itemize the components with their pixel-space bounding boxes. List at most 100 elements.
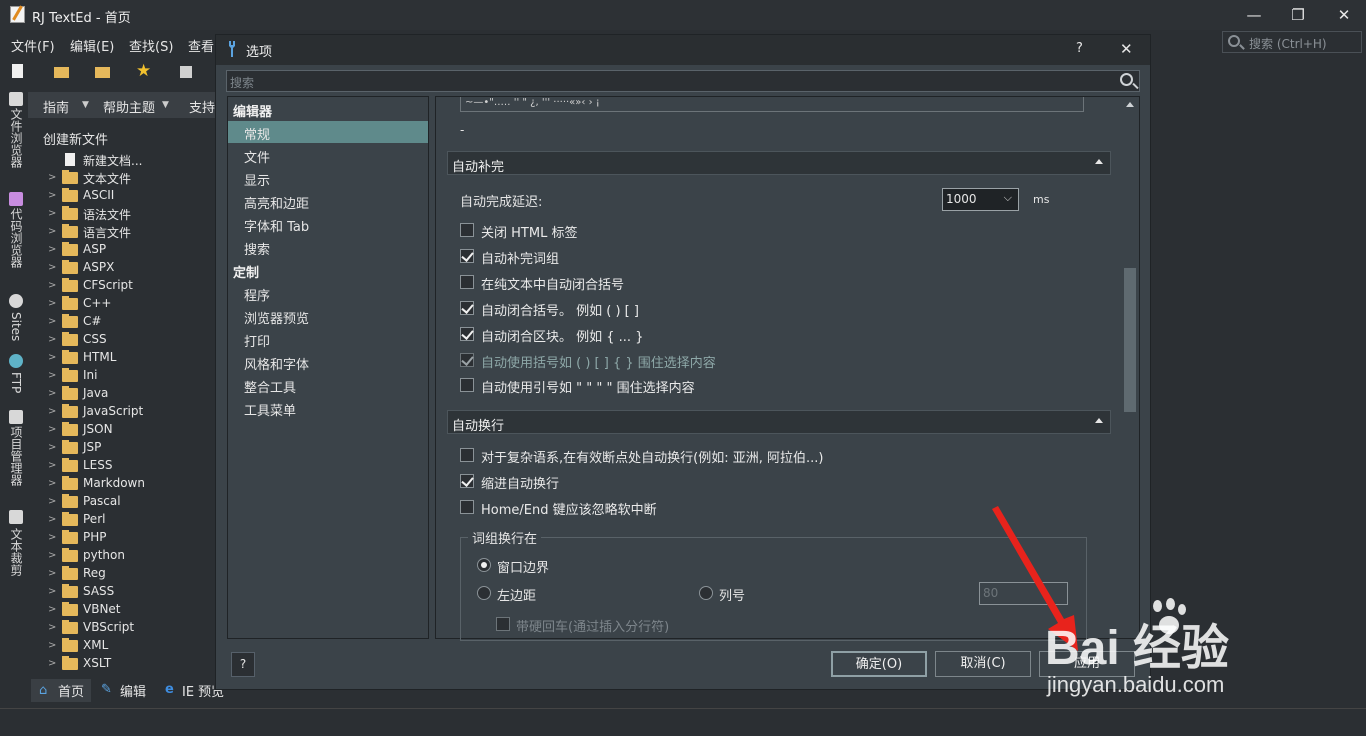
chevron-right-icon[interactable]: > bbox=[48, 262, 56, 273]
hard-return-checkbox[interactable] bbox=[496, 617, 510, 631]
tab-code-browser[interactable]: 代码浏览器 bbox=[7, 208, 25, 268]
menu-search[interactable]: 查找(S) bbox=[129, 36, 173, 55]
chevron-right-icon[interactable]: > bbox=[48, 478, 56, 489]
chevron-right-icon[interactable]: > bbox=[48, 190, 56, 201]
restore-button[interactable]: ❐ bbox=[1286, 4, 1310, 26]
nav-item-font-tab[interactable]: 字体和 Tab bbox=[244, 216, 309, 235]
collapse-arrow-icon[interactable] bbox=[1095, 418, 1103, 423]
chevron-right-icon[interactable]: > bbox=[48, 370, 56, 381]
chevron-right-icon[interactable]: > bbox=[48, 442, 56, 453]
tab-edit[interactable]: 编辑 bbox=[120, 681, 146, 700]
nav-item-tools-menu[interactable]: 工具菜单 bbox=[244, 400, 296, 419]
close-button[interactable]: ✕ bbox=[1332, 4, 1356, 26]
autocomplete-option-label: 自动补完词组 bbox=[481, 252, 560, 267]
menu-file[interactable]: 文件(F) bbox=[11, 36, 55, 55]
section-wordwrap[interactable]: 自动换行 bbox=[447, 410, 1111, 434]
nav-item-general[interactable]: 常规 bbox=[244, 124, 270, 143]
chevron-right-icon[interactable]: > bbox=[48, 208, 56, 219]
wordwrap-option-checkbox[interactable] bbox=[460, 448, 474, 462]
nav-category-editor[interactable]: 编辑器 bbox=[233, 101, 272, 120]
chevron-right-icon[interactable]: > bbox=[48, 244, 56, 255]
tab-home[interactable]: 首页 bbox=[58, 681, 84, 700]
new-file-icon[interactable] bbox=[12, 64, 23, 78]
nav-item-display[interactable]: 显示 bbox=[244, 170, 270, 189]
chevron-right-icon[interactable]: > bbox=[48, 226, 56, 237]
favorites-folder-icon[interactable] bbox=[95, 67, 110, 78]
chevron-down-icon[interactable]: ▼ bbox=[162, 100, 169, 110]
chevron-right-icon[interactable]: > bbox=[48, 388, 56, 399]
nav-item-files[interactable]: 文件 bbox=[244, 147, 270, 166]
chevron-right-icon[interactable]: > bbox=[48, 424, 56, 435]
tree-item-label: CSS bbox=[83, 332, 107, 346]
wordwrap-option-checkbox[interactable] bbox=[460, 500, 474, 514]
nav-item-programs[interactable]: 程序 bbox=[244, 285, 270, 304]
section-title: 自动换行 bbox=[452, 419, 505, 434]
chevron-right-icon[interactable]: > bbox=[48, 658, 56, 669]
chevron-right-icon[interactable]: > bbox=[48, 352, 56, 363]
save-icon[interactable] bbox=[180, 66, 192, 78]
nav-category-custom[interactable]: 定制 bbox=[233, 262, 259, 281]
tab-sites[interactable]: Sites bbox=[7, 312, 25, 341]
autocomplete-option-checkbox[interactable] bbox=[460, 327, 474, 341]
nav-item-highlight-margins[interactable]: 高亮和边距 bbox=[244, 193, 309, 212]
help-button[interactable]: ? bbox=[231, 652, 255, 677]
menu-edit[interactable]: 编辑(E) bbox=[70, 36, 114, 55]
autocomplete-option-checkbox[interactable] bbox=[460, 353, 474, 367]
chevron-right-icon[interactable]: > bbox=[48, 172, 56, 183]
support-menu[interactable]: 支持 bbox=[189, 97, 215, 116]
chevron-right-icon[interactable]: > bbox=[48, 550, 56, 561]
wordwrap-option-checkbox[interactable] bbox=[460, 474, 474, 488]
menu-view[interactable]: 查看 bbox=[188, 36, 214, 55]
collapse-arrow-icon[interactable] bbox=[1095, 159, 1103, 164]
nav-item-integration-tools[interactable]: 整合工具 bbox=[244, 377, 296, 396]
autocomplete-option-checkbox[interactable] bbox=[460, 301, 474, 315]
tab-text-clips[interactable]: 文本裁剪 bbox=[7, 528, 25, 576]
chevron-right-icon[interactable]: > bbox=[48, 514, 56, 525]
chevron-right-icon[interactable]: > bbox=[48, 496, 56, 507]
chevron-right-icon[interactable]: > bbox=[48, 334, 56, 345]
tab-ftp[interactable]: FTP bbox=[7, 372, 25, 393]
chevron-right-icon[interactable]: > bbox=[48, 280, 56, 291]
chevron-right-icon[interactable]: > bbox=[48, 568, 56, 579]
radio-column[interactable] bbox=[699, 586, 713, 600]
chevron-right-icon[interactable]: > bbox=[48, 298, 56, 309]
section-autocomplete[interactable]: 自动补完 bbox=[447, 151, 1111, 175]
autocomplete-option-checkbox[interactable] bbox=[460, 378, 474, 392]
tab-file-browser[interactable]: 文件浏览器 bbox=[7, 108, 25, 168]
chevron-right-icon[interactable]: > bbox=[48, 460, 56, 471]
autocomplete-option-checkbox[interactable] bbox=[460, 223, 474, 237]
guide-menu[interactable]: 指南 bbox=[43, 97, 69, 116]
chars-field[interactable]: ~—•"‥… '' " ¿, ''' ·····«»‹ › ¡ bbox=[460, 97, 1084, 112]
chevron-right-icon[interactable]: > bbox=[48, 532, 56, 543]
scrollbar-thumb[interactable] bbox=[1124, 268, 1136, 412]
scroll-up-arrow-icon[interactable] bbox=[1126, 102, 1134, 107]
ok-button[interactable]: 确定(O) bbox=[831, 651, 927, 677]
chevron-right-icon[interactable]: > bbox=[48, 640, 56, 651]
chevron-down-icon[interactable]: ▼ bbox=[82, 100, 89, 110]
tab-project-manager[interactable]: 项目管理器 bbox=[7, 426, 25, 486]
star-icon[interactable]: ★ bbox=[136, 61, 151, 81]
search-icon[interactable] bbox=[1120, 73, 1133, 86]
chevron-right-icon[interactable]: > bbox=[48, 586, 56, 597]
nav-item-print[interactable]: 打印 bbox=[244, 331, 270, 350]
radio-left-margin[interactable] bbox=[477, 586, 491, 600]
options-search-input[interactable]: 搜索 bbox=[226, 70, 1140, 92]
autocomplete-option-checkbox[interactable] bbox=[460, 275, 474, 289]
open-folder-icon[interactable] bbox=[54, 67, 69, 78]
autocomplete-option-label: 在纯文本中自动闭合括号 bbox=[481, 278, 625, 293]
nav-item-search[interactable]: 搜索 bbox=[244, 239, 270, 258]
minimize-button[interactable]: — bbox=[1242, 4, 1266, 26]
dialog-help-button[interactable]: ? bbox=[1076, 41, 1083, 56]
dialog-close-button[interactable]: ✕ bbox=[1120, 40, 1133, 58]
autocomplete-option-label: 自动使用括号如 ( ) [ ] { } 围住选择内容 bbox=[481, 356, 716, 371]
chevron-right-icon[interactable]: > bbox=[48, 406, 56, 417]
autocomplete-option-checkbox[interactable] bbox=[460, 249, 474, 263]
radio-window-border[interactable] bbox=[477, 558, 491, 572]
chevron-right-icon[interactable]: > bbox=[48, 622, 56, 633]
nav-item-style-font[interactable]: 风格和字体 bbox=[244, 354, 309, 373]
delay-select[interactable]: 1000 ⌵ bbox=[942, 188, 1019, 211]
chevron-right-icon[interactable]: > bbox=[48, 316, 56, 327]
help-topics-menu[interactable]: 帮助主题 bbox=[103, 97, 155, 116]
chevron-right-icon[interactable]: > bbox=[48, 604, 56, 615]
nav-item-browser-preview[interactable]: 浏览器预览 bbox=[244, 308, 309, 327]
